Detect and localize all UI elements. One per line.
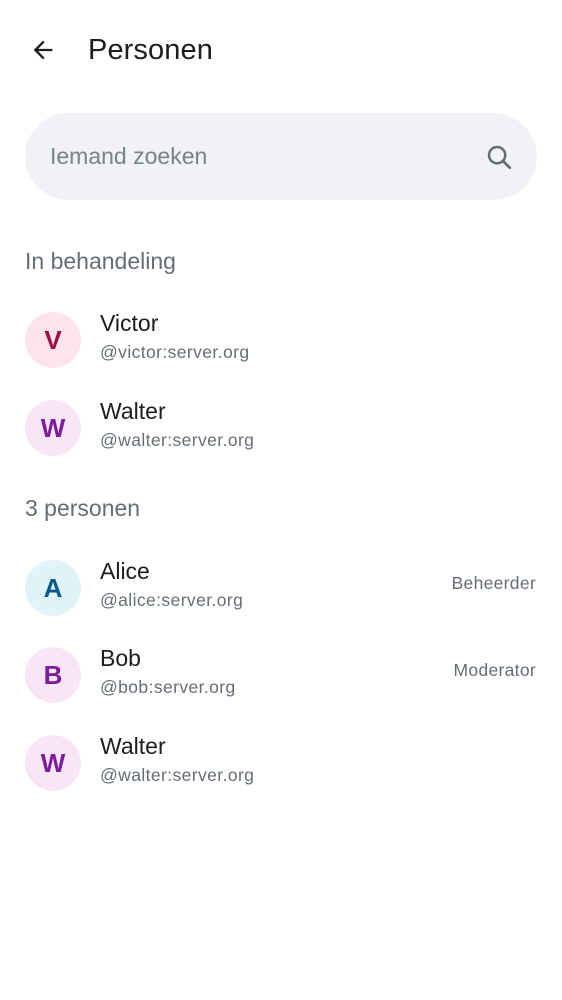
section-header-members: 3 personen: [25, 495, 141, 521]
member-row-walter[interactable]: W Walter @walter:server.org: [0, 721, 562, 805]
top-app-bar: Personen: [0, 0, 562, 100]
member-name: Walter: [100, 733, 166, 759]
member-handle: @alice:server.org: [100, 590, 244, 610]
member-name: Walter: [100, 398, 166, 424]
avatar: V: [25, 312, 81, 368]
avatar: W: [25, 400, 81, 456]
member-row-victor-pending[interactable]: V Victor @victor:server.org: [0, 298, 562, 382]
member-role-badge: Beheerder: [451, 573, 536, 593]
avatar-initial: W: [40, 412, 66, 443]
member-handle: @walter:server.org: [100, 765, 255, 785]
member-name: Bob: [100, 645, 141, 671]
member-row-bob[interactable]: B Bob @bob:server.org Moderator: [0, 633, 562, 717]
avatar-initial: A: [43, 572, 63, 603]
search-button[interactable]: [475, 133, 523, 181]
member-row-walter-pending[interactable]: W Walter @walter:server.org: [0, 386, 562, 470]
member-name: Alice: [100, 558, 150, 584]
member-handle: @victor:server.org: [100, 342, 250, 362]
avatar-initial: V: [44, 324, 62, 355]
arrow-left-icon: [33, 40, 53, 60]
search-icon: [487, 145, 511, 169]
search-input[interactable]: [50, 113, 470, 200]
back-button[interactable]: [19, 26, 67, 74]
member-role-badge: Moderator: [453, 660, 536, 680]
member-handle: @walter:server.org: [100, 430, 255, 450]
section-header-pending: In behandeling: [25, 248, 176, 274]
search-bar[interactable]: [25, 113, 537, 200]
avatar-initial: W: [40, 747, 66, 778]
member-handle: @bob:server.org: [100, 677, 236, 697]
avatar: B: [25, 647, 81, 703]
avatar: A: [25, 560, 81, 616]
member-row-alice[interactable]: A Alice @alice:server.org Beheerder: [0, 546, 562, 630]
avatar-initial: B: [43, 659, 63, 690]
avatar: W: [25, 735, 81, 791]
page-title: Personen: [88, 34, 213, 66]
member-name: Victor: [100, 310, 159, 336]
